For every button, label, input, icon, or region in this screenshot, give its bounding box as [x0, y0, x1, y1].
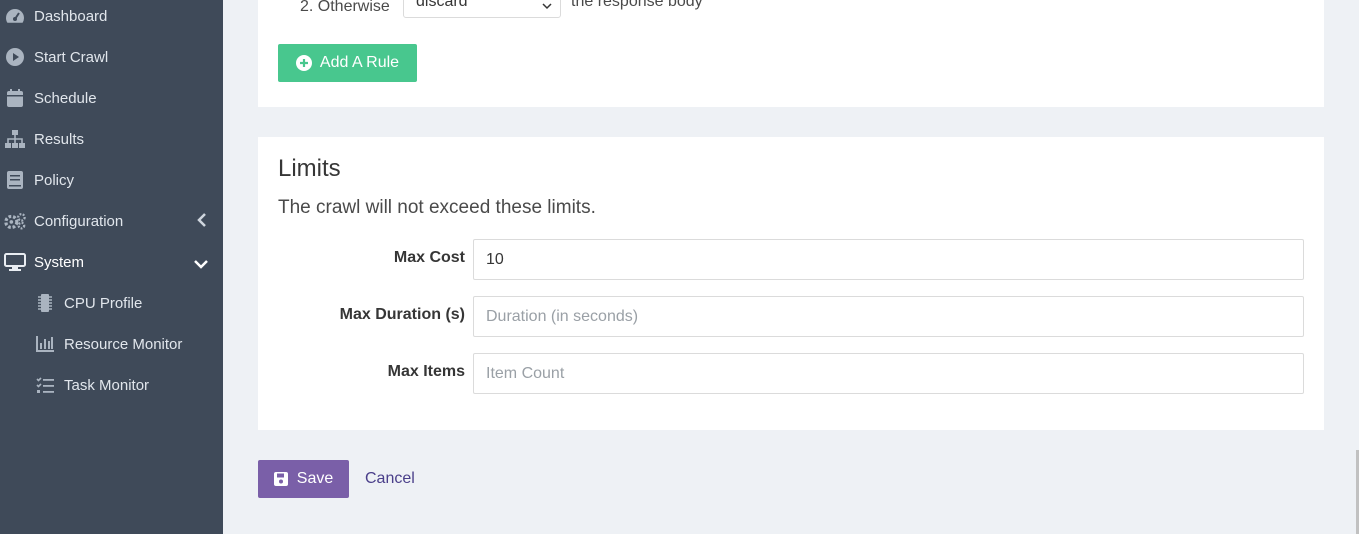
play-circle-icon — [4, 47, 26, 67]
max-cost-input[interactable] — [473, 239, 1304, 280]
sidebar-item-label: Schedule — [34, 89, 97, 107]
sitemap-icon — [4, 129, 26, 149]
sidebar-item-task-monitor[interactable]: Task Monitor — [0, 370, 223, 400]
calendar-icon — [4, 88, 26, 108]
cogs-icon — [4, 211, 26, 231]
max-items-label: Max Items — [387, 363, 465, 380]
plus-circle-icon — [295, 55, 312, 71]
sidebar-item-label: Configuration — [34, 212, 124, 230]
sidebar-item-cpu-profile[interactable]: CPU Profile — [0, 288, 223, 318]
sidebar-item-resource-monitor[interactable]: Resource Monitor — [0, 329, 223, 359]
microchip-icon — [34, 293, 56, 313]
rule-row-prefix: 2. Otherwise — [300, 0, 390, 15]
sidebar-item-schedule[interactable]: Schedule — [0, 83, 223, 113]
limits-subtitle: The crawl will not exceed these limits. — [278, 197, 596, 218]
save-button[interactable]: Save — [258, 460, 349, 498]
sidebar-item-dashboard[interactable]: Dashboard — [0, 1, 223, 31]
sidebar-item-results[interactable]: Results — [0, 124, 223, 154]
sidebar-item-label: Policy — [34, 171, 75, 189]
max-items-input[interactable] — [473, 353, 1304, 394]
max-cost-label: Max Cost — [393, 249, 465, 266]
desktop-icon — [4, 252, 26, 272]
select-value: discard — [416, 0, 468, 10]
chart-bar-icon — [34, 334, 56, 354]
max-duration-input[interactable] — [473, 296, 1304, 337]
sidebar-item-label: Dashboard — [34, 7, 108, 25]
save-label: Save — [296, 470, 334, 487]
sidebar: Dashboard Start Crawl Schedule Results P… — [0, 0, 223, 534]
book-icon — [4, 170, 26, 190]
save-icon — [273, 472, 288, 486]
sidebar-item-policy[interactable]: Policy — [0, 165, 223, 195]
add-rule-button[interactable]: Add A Rule — [278, 44, 417, 82]
add-rule-label: Add A Rule — [319, 54, 400, 71]
chevron-down-icon — [194, 256, 208, 273]
dashboard-icon — [4, 6, 26, 26]
sidebar-item-system[interactable]: System — [0, 247, 223, 277]
rule-action-select[interactable]: discard — [403, 0, 561, 18]
sidebar-item-start-crawl[interactable]: Start Crawl — [0, 42, 223, 72]
chevron-down-icon — [542, 0, 552, 17]
sidebar-item-label: Task Monitor — [64, 376, 150, 394]
sidebar-item-configuration[interactable]: Configuration — [0, 206, 223, 236]
tasks-icon — [34, 375, 56, 395]
sidebar-item-label: Resource Monitor — [64, 335, 183, 353]
max-duration-label: Max Duration (s) — [339, 306, 465, 323]
sidebar-item-label: Results — [34, 130, 85, 148]
sidebar-item-label: System — [34, 253, 85, 271]
limits-title: Limits — [278, 155, 341, 182]
sidebar-item-label: Start Crawl — [34, 48, 109, 66]
rule-row-suffix: the response body — [571, 0, 703, 10]
chevron-left-icon — [197, 213, 207, 231]
cancel-button[interactable]: Cancel — [365, 470, 415, 488]
sidebar-item-label: CPU Profile — [64, 294, 143, 312]
